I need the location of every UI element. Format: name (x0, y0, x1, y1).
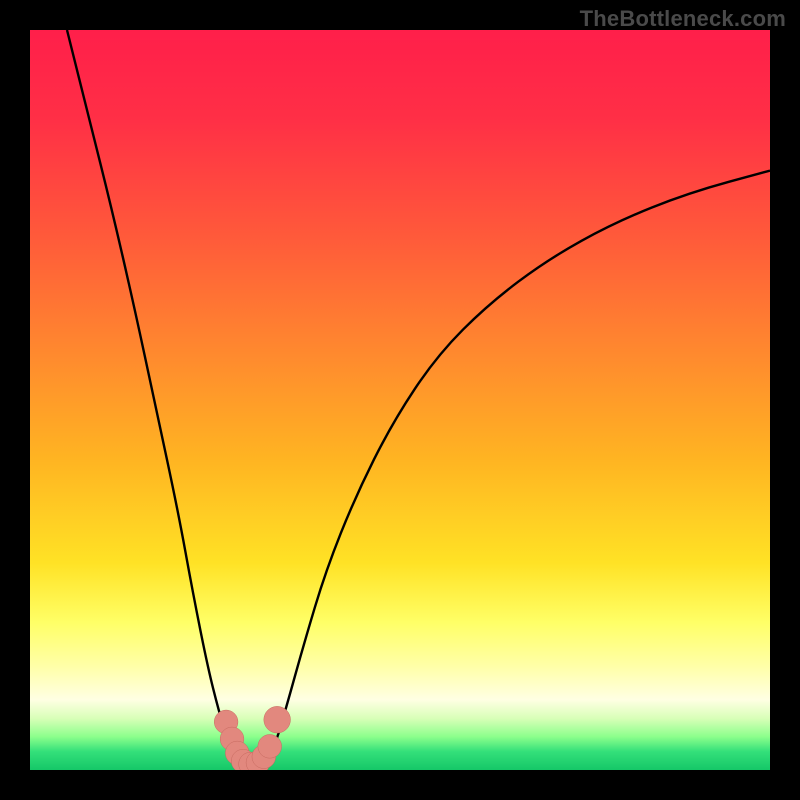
marker-dot (258, 734, 282, 758)
watermark-text: TheBottleneck.com (580, 6, 786, 32)
plot-area (30, 30, 770, 770)
marker-dot (264, 706, 291, 733)
background-gradient (30, 30, 770, 770)
chart-frame: TheBottleneck.com (0, 0, 800, 800)
chart-svg (30, 30, 770, 770)
